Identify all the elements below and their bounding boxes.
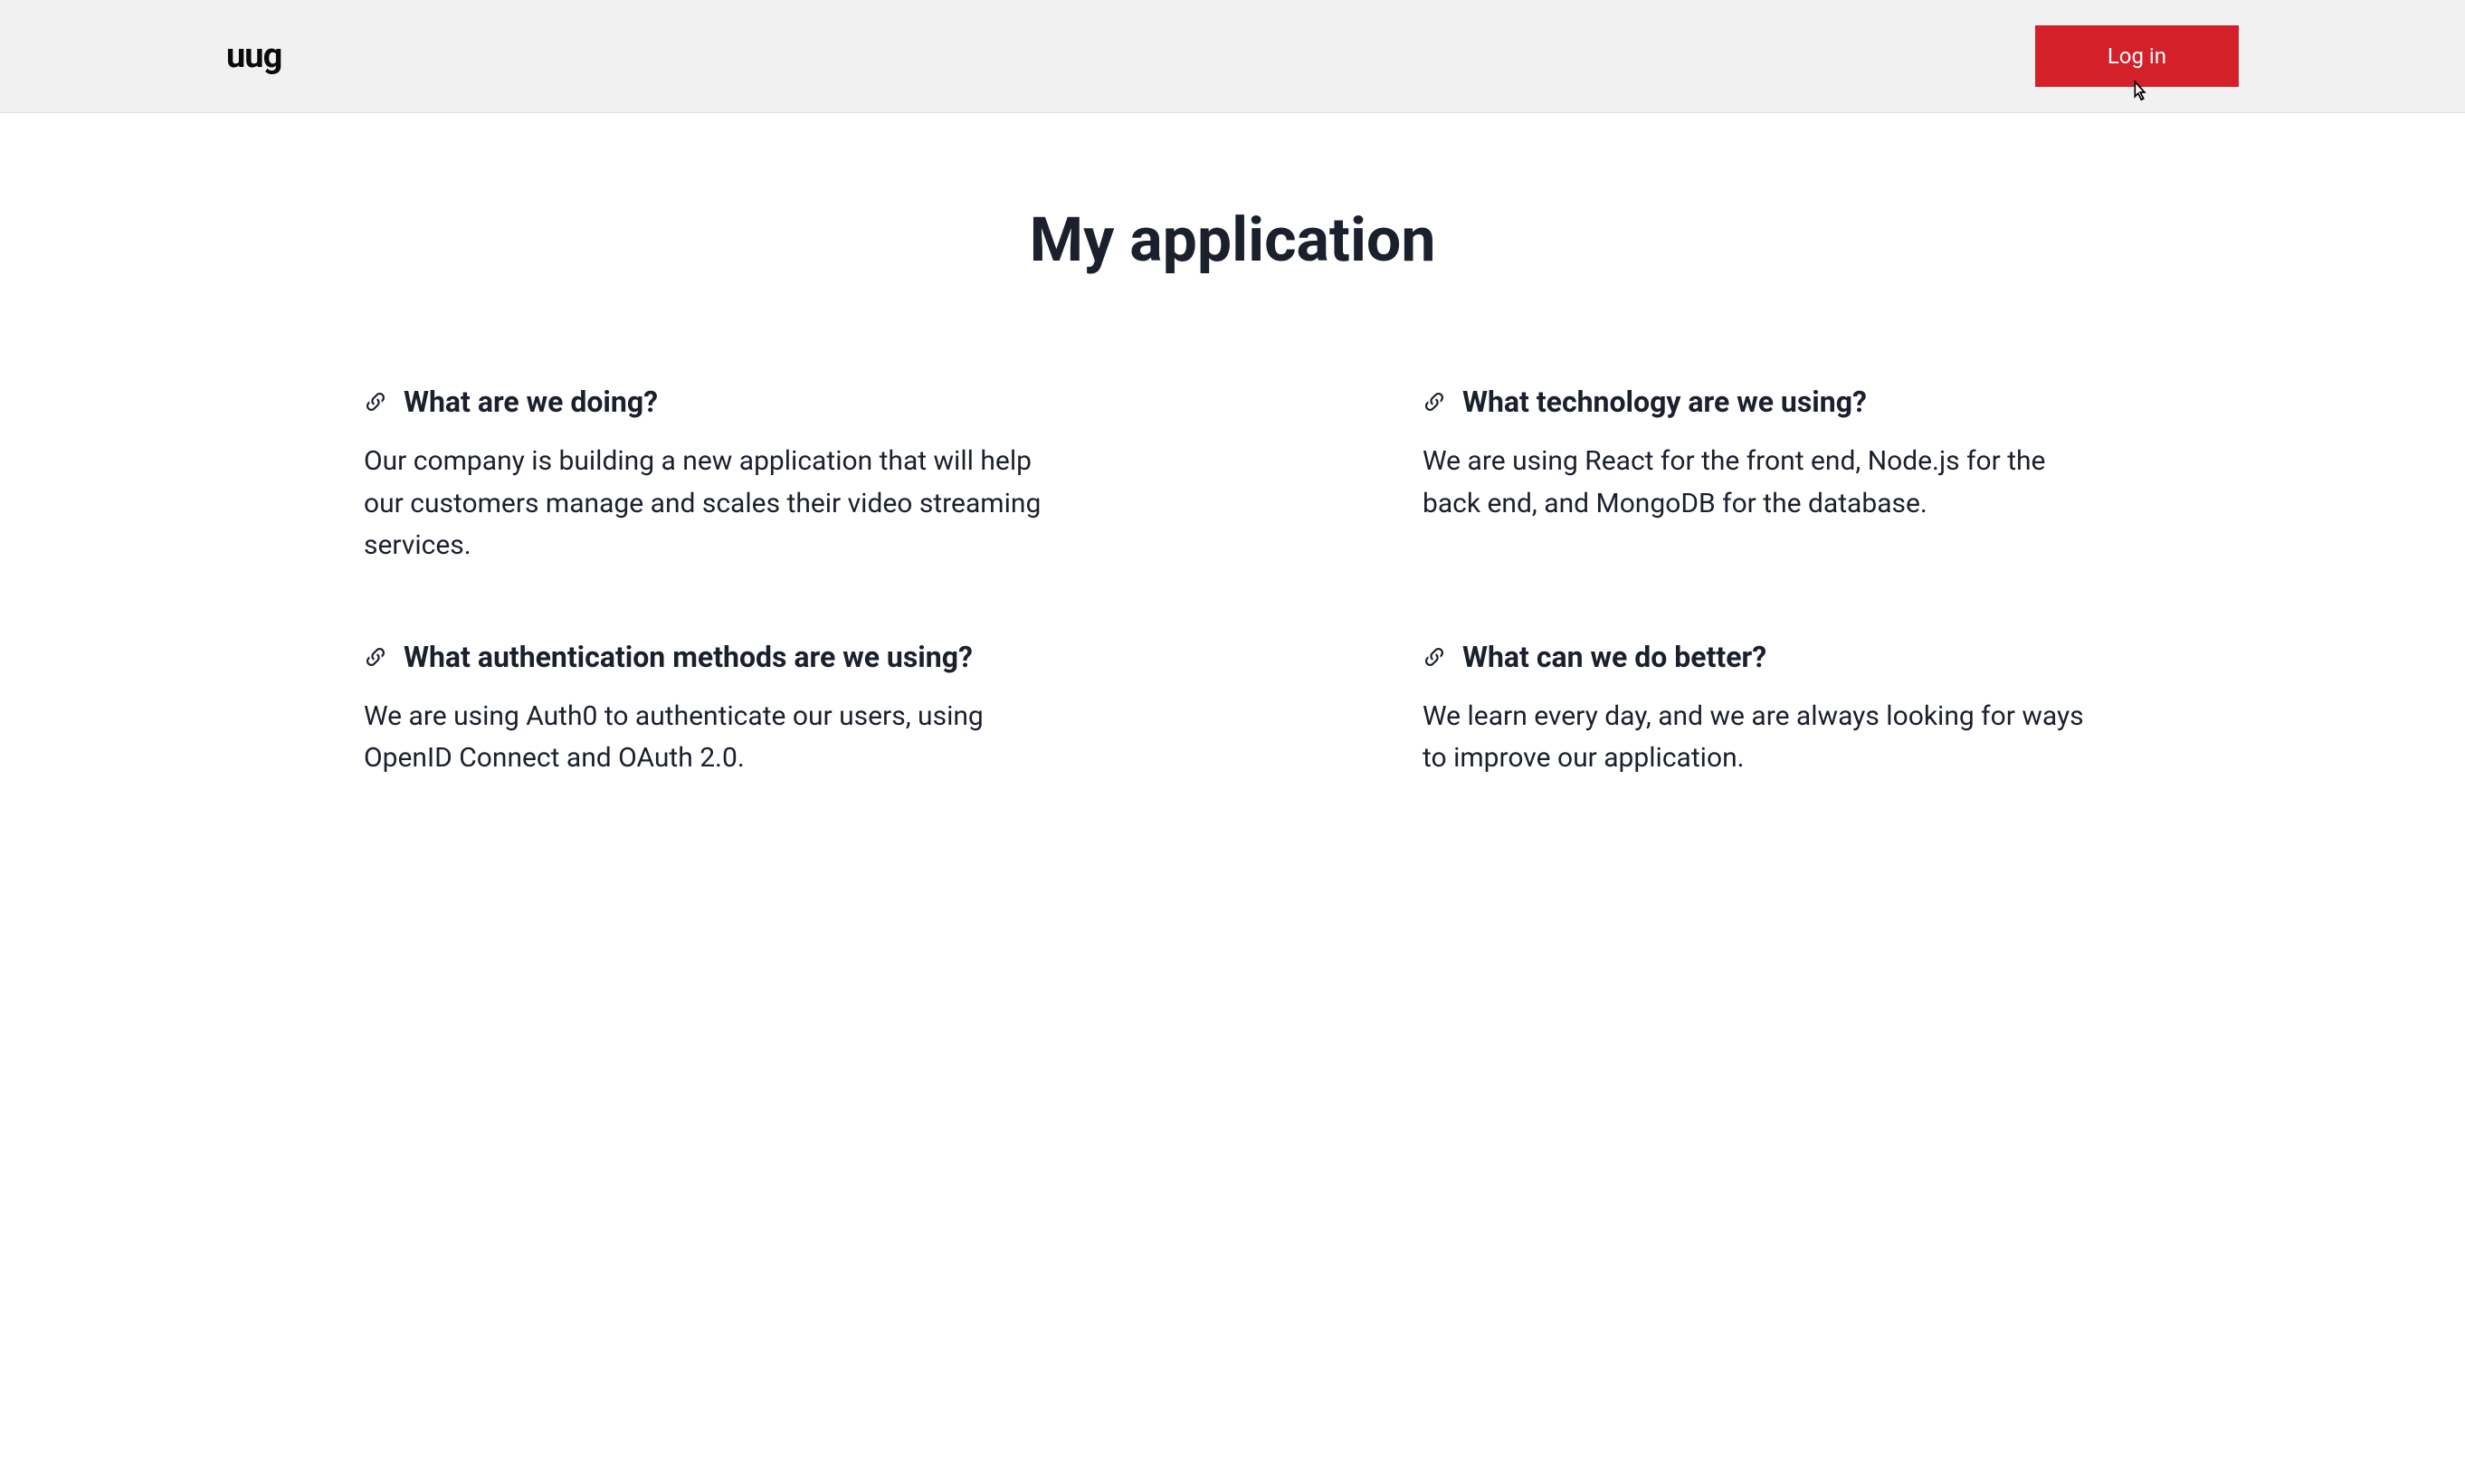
section-technology: What technology are we using? We are usi… bbox=[1423, 385, 2101, 567]
main-content: My application What are we doing? Our co… bbox=[255, 113, 2210, 870]
section-better: What can we do better? We learn every da… bbox=[1423, 640, 2101, 780]
section-title: What can we do better? bbox=[1462, 640, 1766, 674]
section-title: What are we doing? bbox=[404, 385, 658, 419]
section-body: We are using Auth0 to authenticate our u… bbox=[364, 696, 1042, 780]
section-body: We are using React for the front end, No… bbox=[1423, 441, 2101, 525]
section-header: What authentication methods are we using… bbox=[364, 640, 1042, 674]
section-title: What authentication methods are we using… bbox=[404, 640, 973, 674]
section-body: We learn every day, and we are always lo… bbox=[1423, 696, 2101, 780]
link-icon[interactable] bbox=[364, 645, 387, 669]
link-icon[interactable] bbox=[1423, 390, 1446, 414]
login-button[interactable]: Log in bbox=[2035, 25, 2239, 87]
section-body: Our company is building a new applicatio… bbox=[364, 441, 1042, 567]
section-header: What are we doing? bbox=[364, 385, 1042, 419]
link-icon[interactable] bbox=[1423, 645, 1446, 669]
section-authentication: What authentication methods are we using… bbox=[364, 640, 1042, 780]
section-what-doing: What are we doing? Our company is buildi… bbox=[364, 385, 1042, 567]
logo[interactable]: uug bbox=[226, 36, 281, 76]
logo-text: uug bbox=[226, 36, 281, 76]
page-header: uug Log in bbox=[0, 0, 2465, 113]
section-title: What technology are we using? bbox=[1462, 385, 1867, 419]
section-header: What can we do better? bbox=[1423, 640, 2101, 674]
page-title: My application bbox=[309, 204, 2156, 276]
link-icon[interactable] bbox=[364, 390, 387, 414]
section-header: What technology are we using? bbox=[1423, 385, 2101, 419]
sections-grid: What are we doing? Our company is buildi… bbox=[309, 385, 2156, 780]
